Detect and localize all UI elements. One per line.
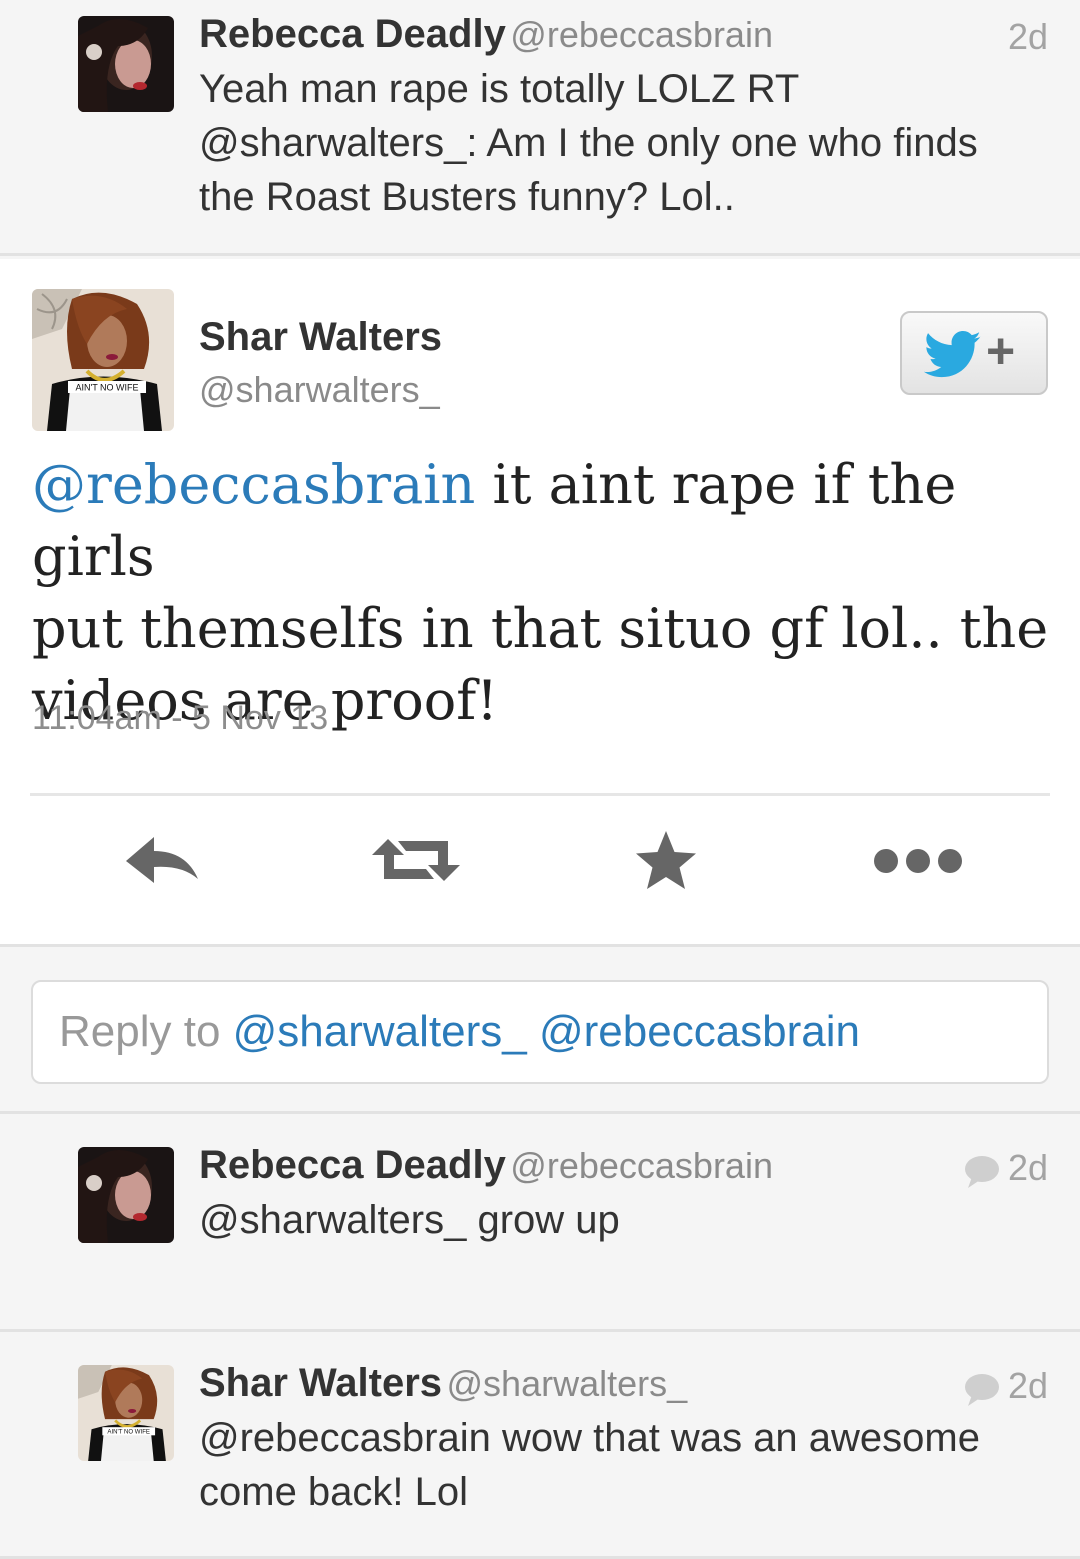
mention-link[interactable]: @rebeccasbrain (32, 453, 475, 516)
tweet-time: 11:04am (32, 699, 162, 737)
divider (30, 793, 1050, 796)
reply-button[interactable] (112, 825, 212, 895)
tweet-text-line: put themselfs in that situo gf lol.. the (32, 597, 1049, 660)
reply-area: Reply to @sharwalters_ @rebeccasbrain (0, 950, 1080, 1114)
tweet-text-line: the Roast Busters funny? Lol.. (199, 175, 735, 219)
author-handle[interactable]: @rebeccasbrain (510, 1145, 773, 1186)
tweet-text-line: come back! Lol (199, 1470, 469, 1514)
retweet-button[interactable] (366, 825, 466, 895)
reply-icon (126, 837, 198, 883)
reply-mentions: @sharwalters_ @rebeccasbrain (232, 1007, 861, 1056)
twitter-bird-icon (924, 331, 981, 378)
timestamp-separator: - (161, 699, 193, 737)
avatar-rebecca[interactable] (78, 1147, 174, 1243)
follow-button[interactable]: + (900, 311, 1048, 395)
author-name[interactable]: Shar Walters (199, 1361, 442, 1405)
author-name[interactable]: Shar Walters (199, 315, 442, 360)
tweet-date: 5 Nov 13 (192, 699, 329, 737)
focused-tweet: AIN'T NO WIFE Shar Walters @sharwalters_… (0, 259, 1080, 947)
reply-tweet[interactable]: AIN'T NO WIFE Shar Walters @sharwalters_… (0, 1335, 1080, 1559)
avatar-shirt-text: AIN'T NO WIFE (107, 1429, 150, 1436)
tweet-text-line: @sharwalters_: Am I the only one who fin… (199, 121, 978, 165)
tweet-text: @sharwalters_ grow up (199, 1193, 620, 1247)
author-name[interactable]: Rebecca Deadly (199, 12, 506, 56)
context-tweet[interactable]: Rebecca Deadly @rebeccasbrain 2d Yeah ma… (0, 0, 1080, 256)
author-name[interactable]: Rebecca Deadly (199, 1143, 506, 1187)
avatar-shirt-text: AIN'T NO WIFE (75, 383, 138, 393)
tweet-text-line: @rebeccasbrain wow that was an awesome (199, 1416, 980, 1460)
tweet-text-line: Yeah man rape is totally LOLZ RT (199, 67, 800, 111)
reply-input[interactable]: Reply to @sharwalters_ @rebeccasbrain (31, 980, 1049, 1084)
reply-tweet[interactable]: Rebecca Deadly @rebeccasbrain 2d @sharwa… (0, 1117, 1080, 1332)
more-button[interactable] (868, 825, 968, 895)
tweet-age: 2d (1007, 16, 1048, 57)
author-handle[interactable]: @rebeccasbrain (510, 14, 773, 55)
tweet-timestamp: 11:04am - 5 Nov 13 (32, 699, 328, 738)
tweet-age: 2d (1007, 1365, 1048, 1406)
retweet-icon (372, 839, 460, 881)
more-icon (874, 849, 962, 873)
avatar-shar[interactable]: AIN'T NO WIFE (78, 1365, 174, 1461)
tweet-age: 2d (1007, 1147, 1048, 1188)
conversation-bubble-icon (965, 1374, 999, 1406)
favorite-star-icon (636, 831, 696, 889)
tweet-text-line: @sharwalters_ grow up (199, 1198, 620, 1242)
author-handle[interactable]: @sharwalters_ (199, 369, 440, 411)
tweet-text: @rebeccasbrain it aint rape if the girls… (32, 449, 1052, 737)
follow-plus-icon: + (986, 323, 1016, 379)
reply-placeholder: Reply to (59, 1007, 233, 1056)
conversation-bubble-icon (965, 1156, 999, 1188)
tweet-text: Yeah man rape is totally LOLZ RT @sharwa… (199, 62, 978, 224)
favorite-button[interactable] (616, 825, 716, 895)
avatar-shar[interactable]: AIN'T NO WIFE (32, 289, 174, 431)
author-handle[interactable]: @sharwalters_ (447, 1363, 688, 1404)
avatar-rebecca[interactable] (78, 16, 174, 112)
tweet-text: @rebeccasbrain wow that was an awesome c… (199, 1411, 980, 1519)
